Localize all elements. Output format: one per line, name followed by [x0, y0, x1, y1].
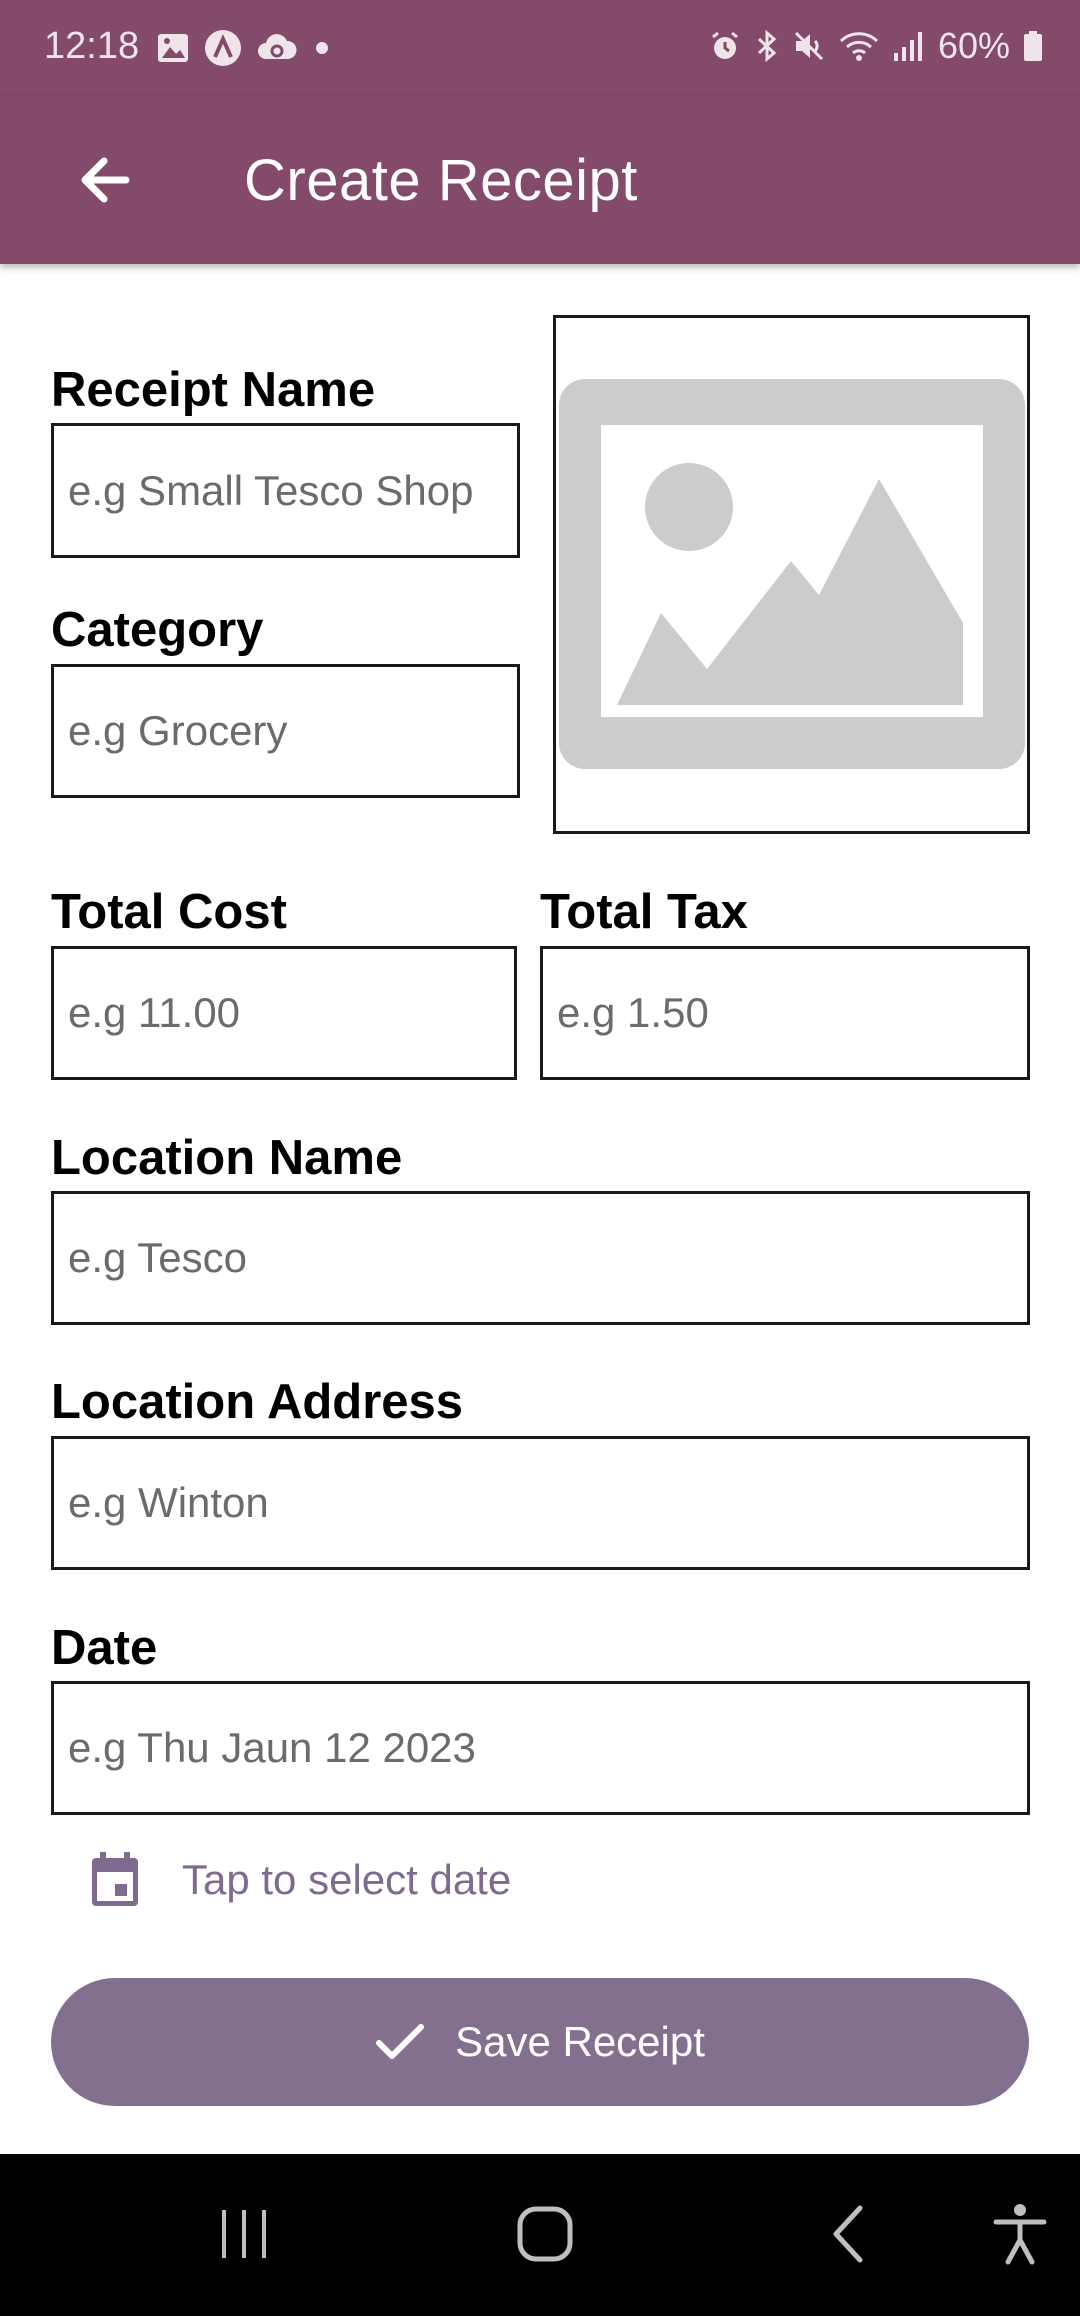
check-icon: [376, 2024, 425, 2059]
receipt-name-label: Receipt Name: [51, 363, 376, 417]
total-tax-field: [540, 946, 1030, 1080]
back-button[interactable]: [56, 132, 152, 228]
arrow-back-icon: [81, 157, 130, 203]
alarm-icon: [712, 31, 738, 59]
location-address-input[interactable]: [54, 1439, 1027, 1567]
status-time: 12:18: [44, 25, 140, 67]
receipt-name-input[interactable]: [54, 426, 517, 555]
location-address-field: [51, 1436, 1030, 1570]
bluetooth-icon: [757, 29, 777, 63]
wifi-icon: [839, 32, 878, 61]
location-address-label: Location Address: [51, 1375, 464, 1429]
home-icon: [517, 2206, 573, 2262]
mute-icon: [794, 31, 823, 61]
total-cost-input[interactable]: [54, 949, 514, 1077]
category-label: Category: [51, 603, 264, 657]
select-date-button[interactable]: Tap to select date: [90, 1840, 511, 1920]
signal-icon: [893, 32, 922, 61]
receipt-image-frame[interactable]: [553, 315, 1030, 834]
battery-percentage: 60%: [937, 25, 1010, 66]
home-button[interactable]: [497, 2194, 593, 2274]
gallery-icon: [158, 34, 188, 62]
back-nav-icon: [833, 2205, 863, 2263]
system-nav-bar: [0, 2154, 1080, 2316]
save-receipt-label: Save Receipt: [455, 2018, 705, 2065]
notification-icons: [156, 28, 332, 68]
calendar-icon: [92, 1852, 138, 1906]
back-nav-button[interactable]: [801, 2194, 897, 2274]
page-title: Create Receipt: [244, 148, 638, 213]
total-tax-label: Total Tax: [540, 885, 748, 939]
location-name-field: [51, 1191, 1030, 1325]
app-bar: Create Receipt: [0, 96, 1080, 264]
app-a-icon: [205, 30, 241, 66]
accessibility-button[interactable]: [972, 2194, 1068, 2274]
category-field: [51, 664, 520, 798]
date-input[interactable]: [54, 1684, 1027, 1812]
receipt-name-field: [51, 423, 520, 558]
battery-icon: [1024, 31, 1042, 61]
location-name-input[interactable]: [54, 1194, 1027, 1322]
save-receipt-button[interactable]: Save Receipt: [51, 1978, 1029, 2106]
total-cost-field: [51, 946, 517, 1080]
recent-apps-button[interactable]: [196, 2194, 292, 2274]
system-icons: 60%: [708, 24, 1044, 68]
status-bar: 12:18 60%: [0, 0, 1080, 96]
recent-apps-icon: [222, 2210, 266, 2258]
location-name-label: Location Name: [51, 1131, 403, 1185]
date-label: Date: [51, 1621, 158, 1675]
date-field: [51, 1681, 1030, 1815]
dot-icon: [316, 42, 328, 54]
total-tax-input[interactable]: [543, 949, 1027, 1077]
category-input[interactable]: [54, 667, 517, 795]
cloud-sync-icon: [258, 34, 297, 59]
select-date-label: Tap to select date: [182, 1856, 512, 1903]
image-placeholder-icon: [558, 378, 1025, 769]
accessibility-icon: [993, 2204, 1047, 2265]
total-cost-label: Total Cost: [51, 885, 287, 939]
